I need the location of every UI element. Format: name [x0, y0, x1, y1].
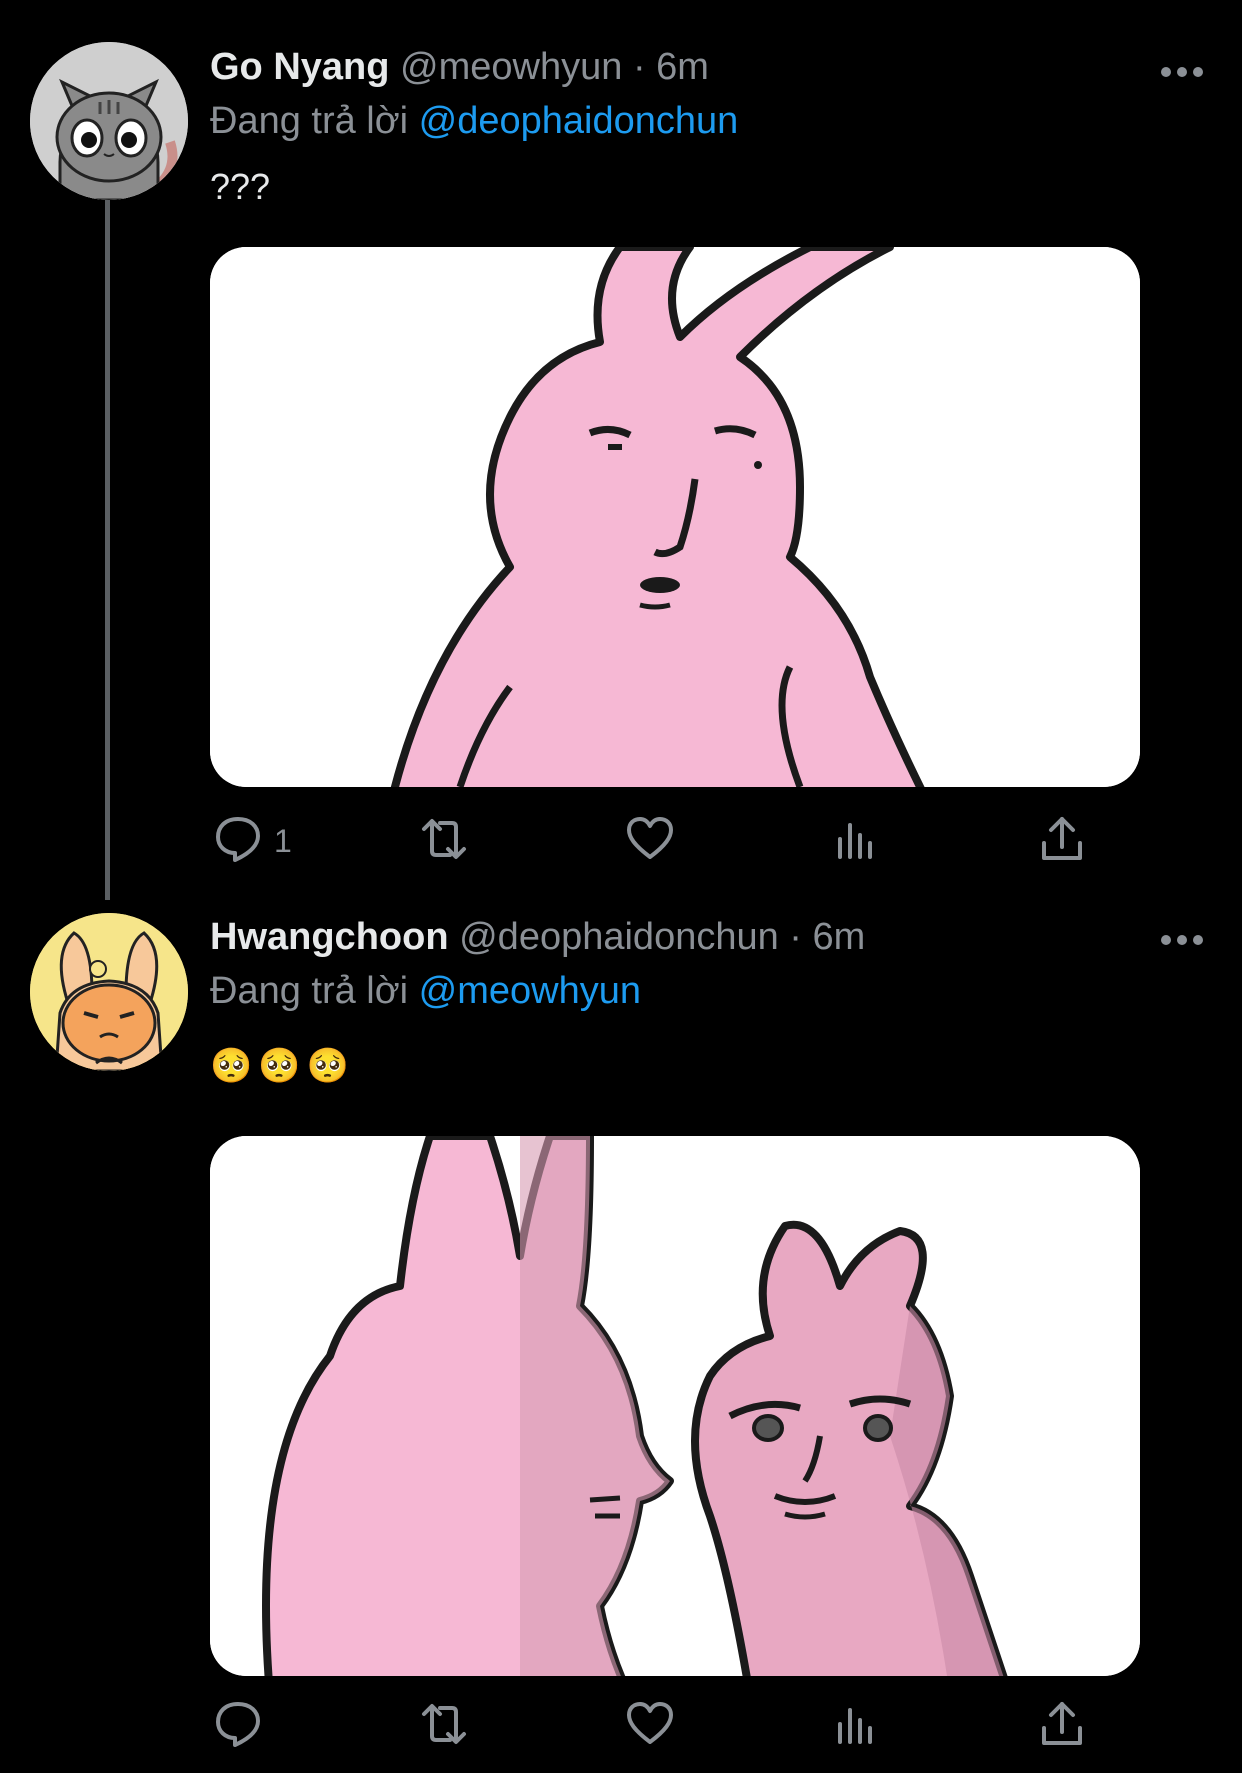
- reply-count: 1: [274, 823, 292, 859]
- display-name[interactable]: Go Nyang: [210, 46, 389, 88]
- more-icon[interactable]: [1160, 930, 1204, 950]
- replying-to: Đang trả lời @meowhyun: [210, 970, 641, 1013]
- replying-prefix: Đang trả lời: [210, 100, 409, 142]
- pink-bunny-image-icon: [210, 247, 1140, 787]
- display-name[interactable]: Hwangchoon: [210, 916, 449, 958]
- tweet-header: Go Nyang @meowhyun · 6m: [210, 46, 709, 89]
- tweet-header: Hwangchoon @deophaidonchun · 6m: [210, 916, 865, 959]
- avatar[interactable]: [30, 42, 188, 200]
- two-bunnies-image-icon: [210, 1136, 1140, 1676]
- replying-to: Đang trả lời @deophaidonchun: [210, 100, 738, 143]
- reply-icon[interactable]: [212, 1698, 264, 1750]
- more-icon[interactable]: [1160, 62, 1204, 82]
- retweet-icon[interactable]: [418, 1698, 470, 1750]
- cat-avatar-icon: [30, 42, 188, 200]
- reply-icon[interactable]: [212, 813, 264, 865]
- views-icon[interactable]: [830, 813, 882, 865]
- heart-icon[interactable]: [624, 813, 676, 865]
- timestamp[interactable]: · 6m: [789, 916, 865, 958]
- tweet-text: 🥺🥺🥺: [210, 1047, 356, 1085]
- tweet-text: ???: [210, 166, 271, 207]
- tweet-1[interactable]: Go Nyang @meowhyun · 6m Đang trả lời @de…: [0, 0, 1242, 880]
- tweet-media[interactable]: [210, 1136, 1140, 1676]
- user-handle[interactable]: @deophaidonchun: [459, 916, 779, 958]
- tweet-2[interactable]: Hwangchoon @deophaidonchun · 6m Đang trả…: [0, 880, 1242, 1773]
- user-handle[interactable]: @meowhyun: [400, 46, 622, 88]
- tweet-media[interactable]: [210, 247, 1140, 787]
- mention-link[interactable]: @meowhyun: [419, 970, 641, 1012]
- views-icon[interactable]: [830, 1698, 882, 1750]
- mention-link[interactable]: @deophaidonchun: [419, 100, 739, 142]
- timestamp[interactable]: · 6m: [633, 46, 709, 88]
- heart-icon[interactable]: [624, 1698, 676, 1750]
- share-icon[interactable]: [1036, 813, 1088, 865]
- replying-prefix: Đang trả lời: [210, 970, 409, 1012]
- retweet-icon[interactable]: [418, 813, 470, 865]
- share-icon[interactable]: [1036, 1698, 1088, 1750]
- avatar[interactable]: [30, 913, 188, 1071]
- bunny-avatar-icon: [30, 913, 188, 1071]
